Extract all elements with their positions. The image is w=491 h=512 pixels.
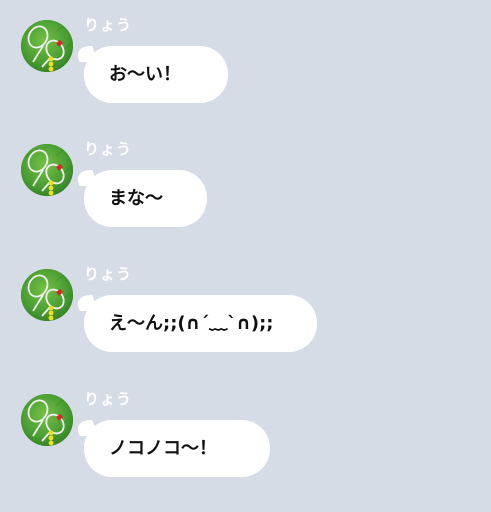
message-bubble[interactable]: お～い！ — [84, 46, 228, 103]
tennis-rackets-avatar-graphic — [21, 269, 73, 321]
chat-thread: りょう お～い！ りょう まな～ りょう え～ん;;(∩´﹏`∩);; りょう … — [0, 0, 491, 512]
message-row: りょう お～い！ — [0, 0, 491, 103]
message-row: りょう ノコノコ～！ — [0, 374, 491, 477]
message-bubble[interactable]: ノコノコ～！ — [84, 420, 270, 477]
tennis-rackets-avatar-icon[interactable] — [21, 394, 73, 446]
message-row: りょう まな～ — [0, 124, 491, 227]
message-bubble[interactable]: え～ん;;(∩´﹏`∩);; — [84, 295, 317, 352]
tennis-rackets-avatar-graphic — [21, 20, 73, 72]
tennis-rackets-avatar-graphic — [21, 394, 73, 446]
tennis-rackets-avatar-icon[interactable] — [21, 20, 73, 72]
sender-name: りょう — [84, 16, 133, 34]
message-bubble[interactable]: まな～ — [84, 170, 207, 227]
message-row: りょう え～ん;;(∩´﹏`∩);; — [0, 249, 491, 352]
tennis-rackets-avatar-graphic — [21, 144, 73, 196]
sender-name: りょう — [84, 390, 133, 408]
tennis-rackets-avatar-icon[interactable] — [21, 269, 73, 321]
tennis-rackets-avatar-icon[interactable] — [21, 144, 73, 196]
sender-name: りょう — [84, 140, 133, 158]
sender-name: りょう — [84, 265, 133, 283]
